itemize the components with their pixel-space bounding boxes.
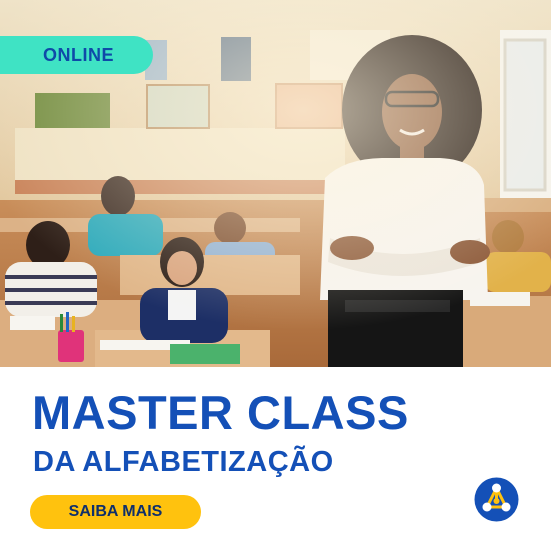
online-badge: ONLINE [0,36,153,74]
saiba-mais-button[interactable]: SAIBA MAIS [30,495,201,529]
saiba-mais-button-label: SAIBA MAIS [68,503,163,520]
molecule-logo-icon [474,477,519,522]
headline-title: MASTER CLASS [32,386,409,439]
headline-subtitle: DA ALFABETIZAÇÃO [33,446,334,478]
online-badge-label: ONLINE [42,44,114,65]
